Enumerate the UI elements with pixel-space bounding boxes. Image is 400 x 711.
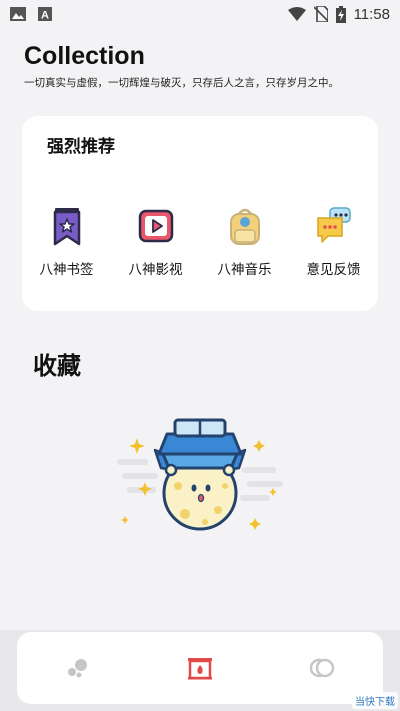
fireplace-icon	[188, 658, 212, 680]
tab-collection[interactable]	[139, 632, 261, 704]
collection-title: 收藏	[33, 352, 81, 380]
wifi-icon	[287, 7, 306, 21]
recommend-card: 强烈推荐 八神书签 八神影视 八神音乐 意见反馈	[22, 116, 378, 311]
empty-state-illustration	[117, 418, 283, 531]
feedback-icon	[316, 207, 351, 243]
rings-icon	[309, 658, 335, 678]
svg-text:A: A	[41, 10, 49, 22]
status-time: 11:58	[353, 5, 390, 23]
dots-icon	[68, 659, 87, 678]
recommend-item-label: 八神音乐	[217, 262, 272, 278]
header: Collection 一切真实与虚假，一切辉煌与破灭，只存后人之言，只存岁月之中…	[24, 42, 339, 90]
tab-discover[interactable]	[17, 632, 139, 704]
recommend-items: 八神书签 八神影视 八神音乐 意见反馈	[22, 206, 378, 278]
page-subtitle: 一切真实与虚假，一切辉煌与破灭，只存后人之言，只存岁月之中。	[24, 77, 339, 89]
recommend-item-video[interactable]: 八神影视	[111, 206, 200, 278]
recommend-item-label: 八神影视	[128, 262, 183, 278]
recommend-title: 强烈推荐	[47, 137, 115, 157]
no-sim-icon	[313, 6, 328, 22]
battery-charging-icon	[335, 5, 346, 23]
page-title: Collection	[24, 42, 145, 70]
backpack-icon	[229, 208, 260, 245]
recommend-item-bookmark[interactable]: 八神书签	[22, 206, 111, 278]
recommend-item-feedback[interactable]: 意见反馈	[289, 206, 378, 278]
font-icon: A	[38, 7, 52, 21]
watermark: 当快下载	[352, 692, 398, 709]
recommend-item-music[interactable]: 八神音乐	[200, 206, 289, 278]
video-icon	[138, 209, 173, 243]
bottom-nav	[17, 632, 383, 704]
bookmark-icon	[53, 208, 80, 246]
recommend-item-label: 八神书签	[39, 262, 94, 278]
image-icon	[10, 7, 26, 21]
status-bar: A 11:58	[0, 0, 400, 28]
recommend-item-label: 意见反馈	[306, 262, 361, 278]
